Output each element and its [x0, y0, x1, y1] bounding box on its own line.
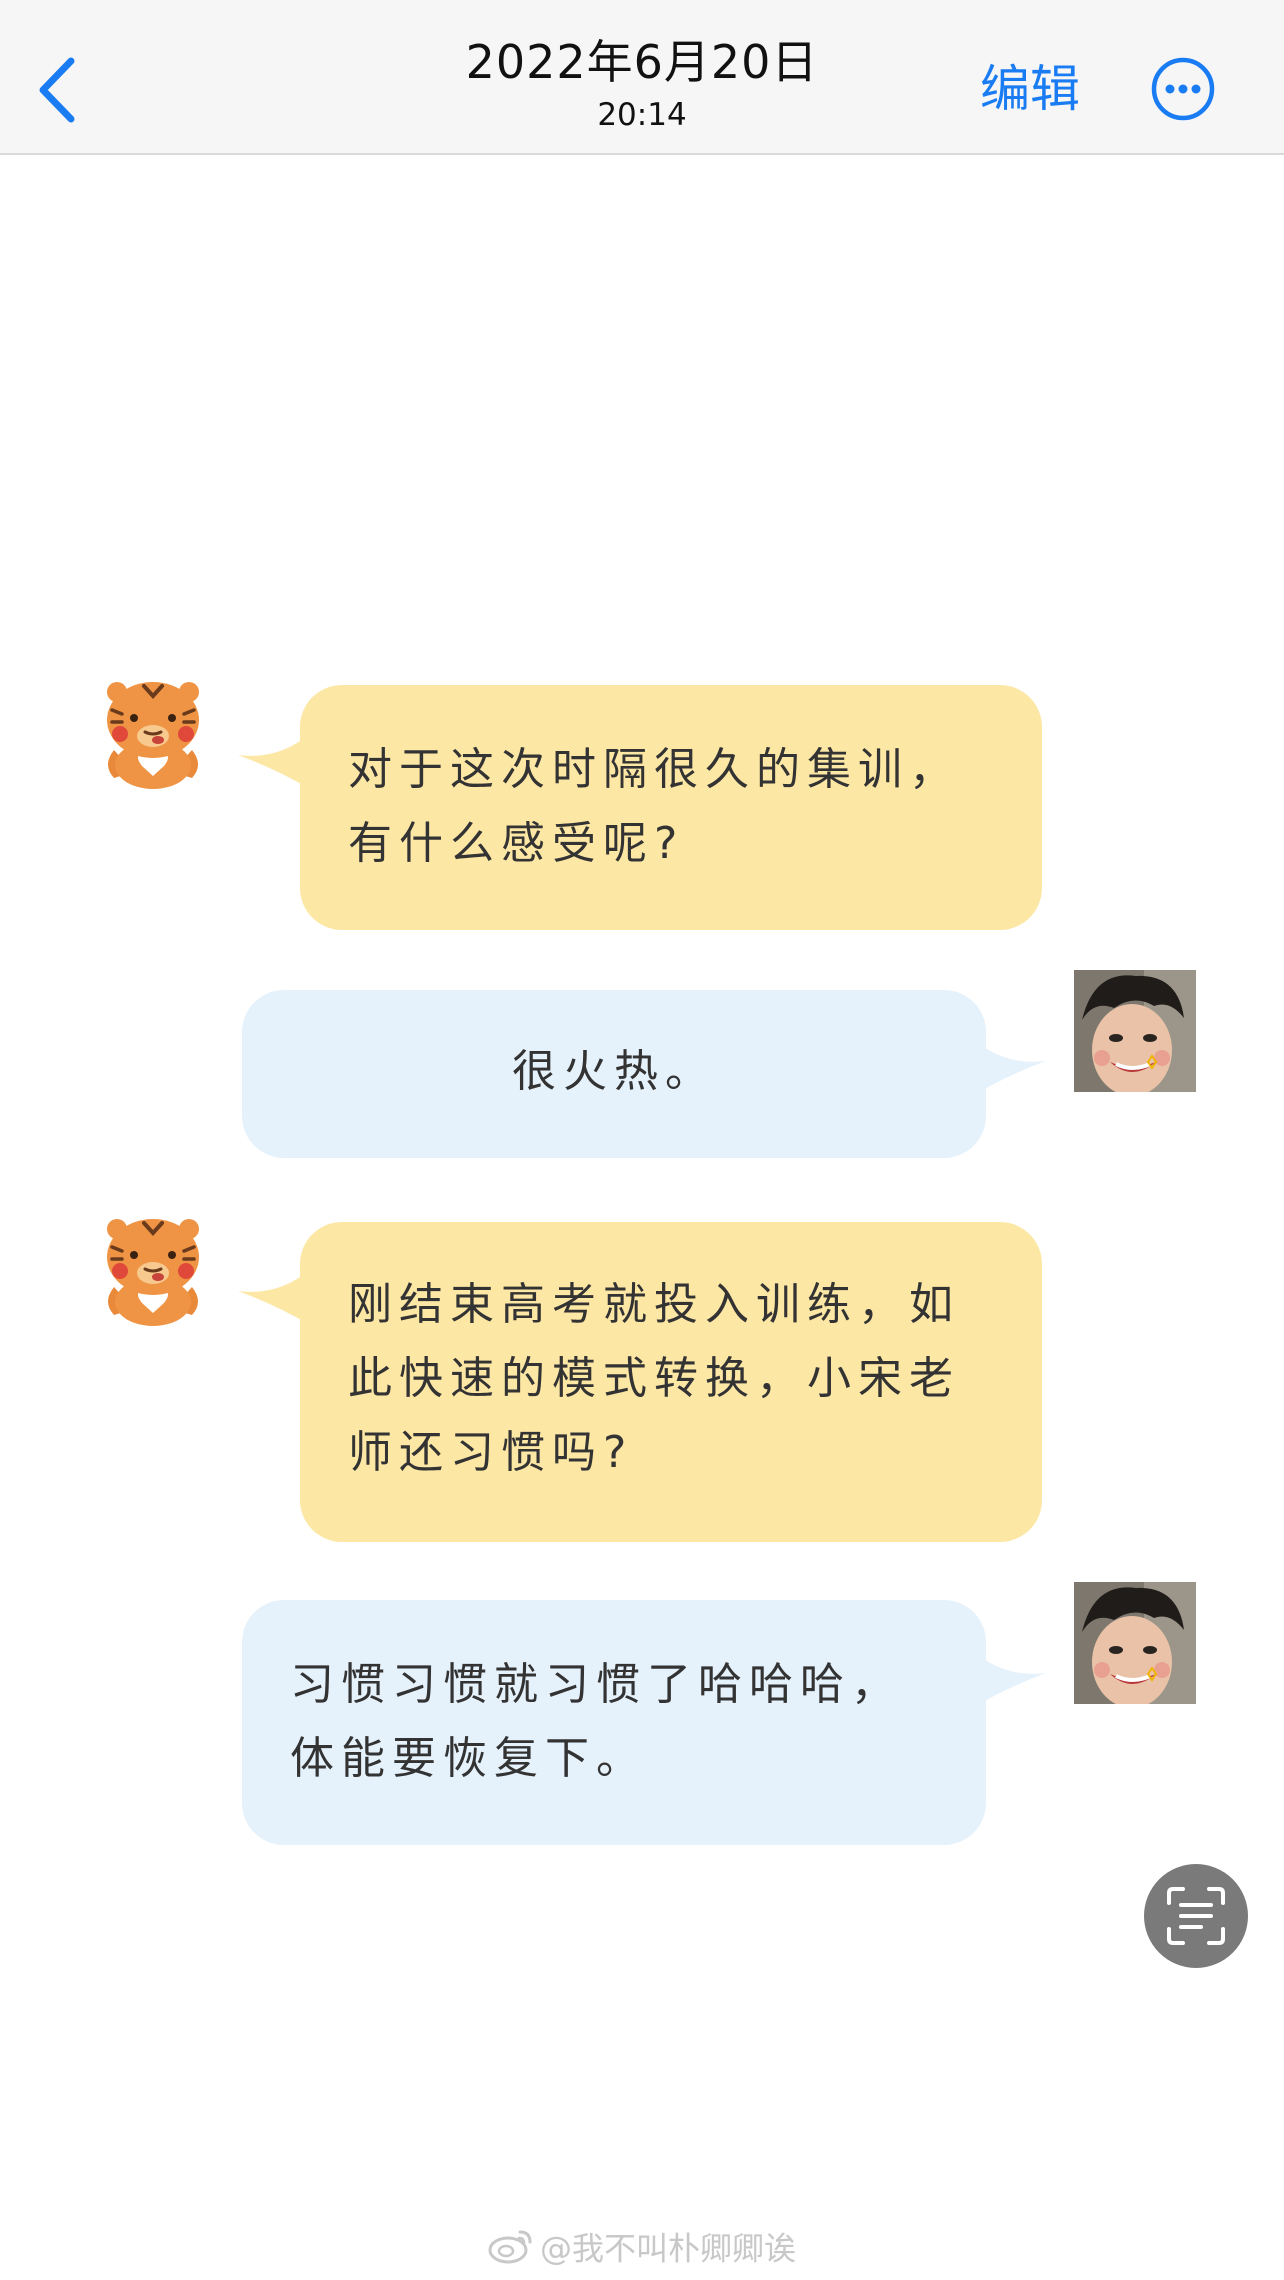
bubble-tail [238, 1271, 308, 1324]
text-scan-icon [1167, 1887, 1225, 1945]
message-text-line: 对于这次时隔很久的集训， [348, 744, 960, 795]
chat-screen: 2022年6月20日 20:14 编辑 对于这次时隔很久的集训， 有什么感受呢?… [0, 0, 1284, 2280]
person-photo-icon [1074, 1582, 1196, 1704]
message-text-line: 体能要恢复下。 [290, 1733, 647, 1784]
message-text-line: 师还习惯吗? [348, 1427, 634, 1478]
message-text-line: 很火热。 [512, 1046, 716, 1097]
tiger-icon [107, 682, 199, 789]
navigation-bar: 2022年6月20日 20:14 编辑 [0, 0, 1284, 155]
message-text-line: 习惯习惯就习惯了哈哈哈， [290, 1659, 902, 1710]
message-bubble-incoming[interactable]: 刚结束高考就投入训练，如 此快速的模式转换，小宋老 师还习惯吗? [300, 1222, 1042, 1542]
conversation-date: 2022年6月20日 [465, 35, 819, 89]
person-photo-icon [1074, 970, 1196, 1092]
message-text-line: 刚结束高考就投入训练，如 [348, 1279, 960, 1330]
bubble-tail [976, 1041, 1046, 1094]
conversation-time: 20:14 [597, 97, 687, 133]
watermark-text: @我不叫朴卿卿诶 [539, 2229, 796, 2268]
ellipsis-circle-icon [1151, 57, 1215, 121]
text-scan-button[interactable] [1144, 1864, 1248, 1968]
message-bubble-incoming[interactable]: 对于这次时隔很久的集训， 有什么感受呢? [300, 685, 1042, 930]
more-options-button[interactable] [1150, 56, 1216, 122]
bubble-tail [238, 735, 308, 788]
edit-button[interactable]: 编辑 [970, 54, 1090, 124]
watermark: @我不叫朴卿卿诶 [0, 2226, 1284, 2275]
bubble-tail [976, 1653, 1046, 1706]
person-photo-avatar[interactable] [1074, 1582, 1196, 1704]
message-bubble-outgoing[interactable]: 习惯习惯就习惯了哈哈哈， 体能要恢复下。 [242, 1600, 986, 1845]
message-text-line: 有什么感受呢? [348, 818, 685, 869]
tiger-icon [107, 1219, 199, 1326]
message-bubble-outgoing[interactable]: 很火热。 [242, 990, 986, 1158]
person-photo-avatar[interactable] [1074, 970, 1196, 1092]
conversation-title: 2022年6月20日 20:14 [342, 32, 942, 136]
back-button[interactable] [30, 50, 84, 130]
message-text-line: 此快速的模式转换，小宋老 [348, 1353, 960, 1404]
weibo-logo-icon [488, 2226, 534, 2275]
tiger-sticker-avatar[interactable] [92, 670, 214, 792]
tiger-sticker-avatar[interactable] [92, 1207, 214, 1329]
chevron-left-icon [39, 57, 75, 123]
